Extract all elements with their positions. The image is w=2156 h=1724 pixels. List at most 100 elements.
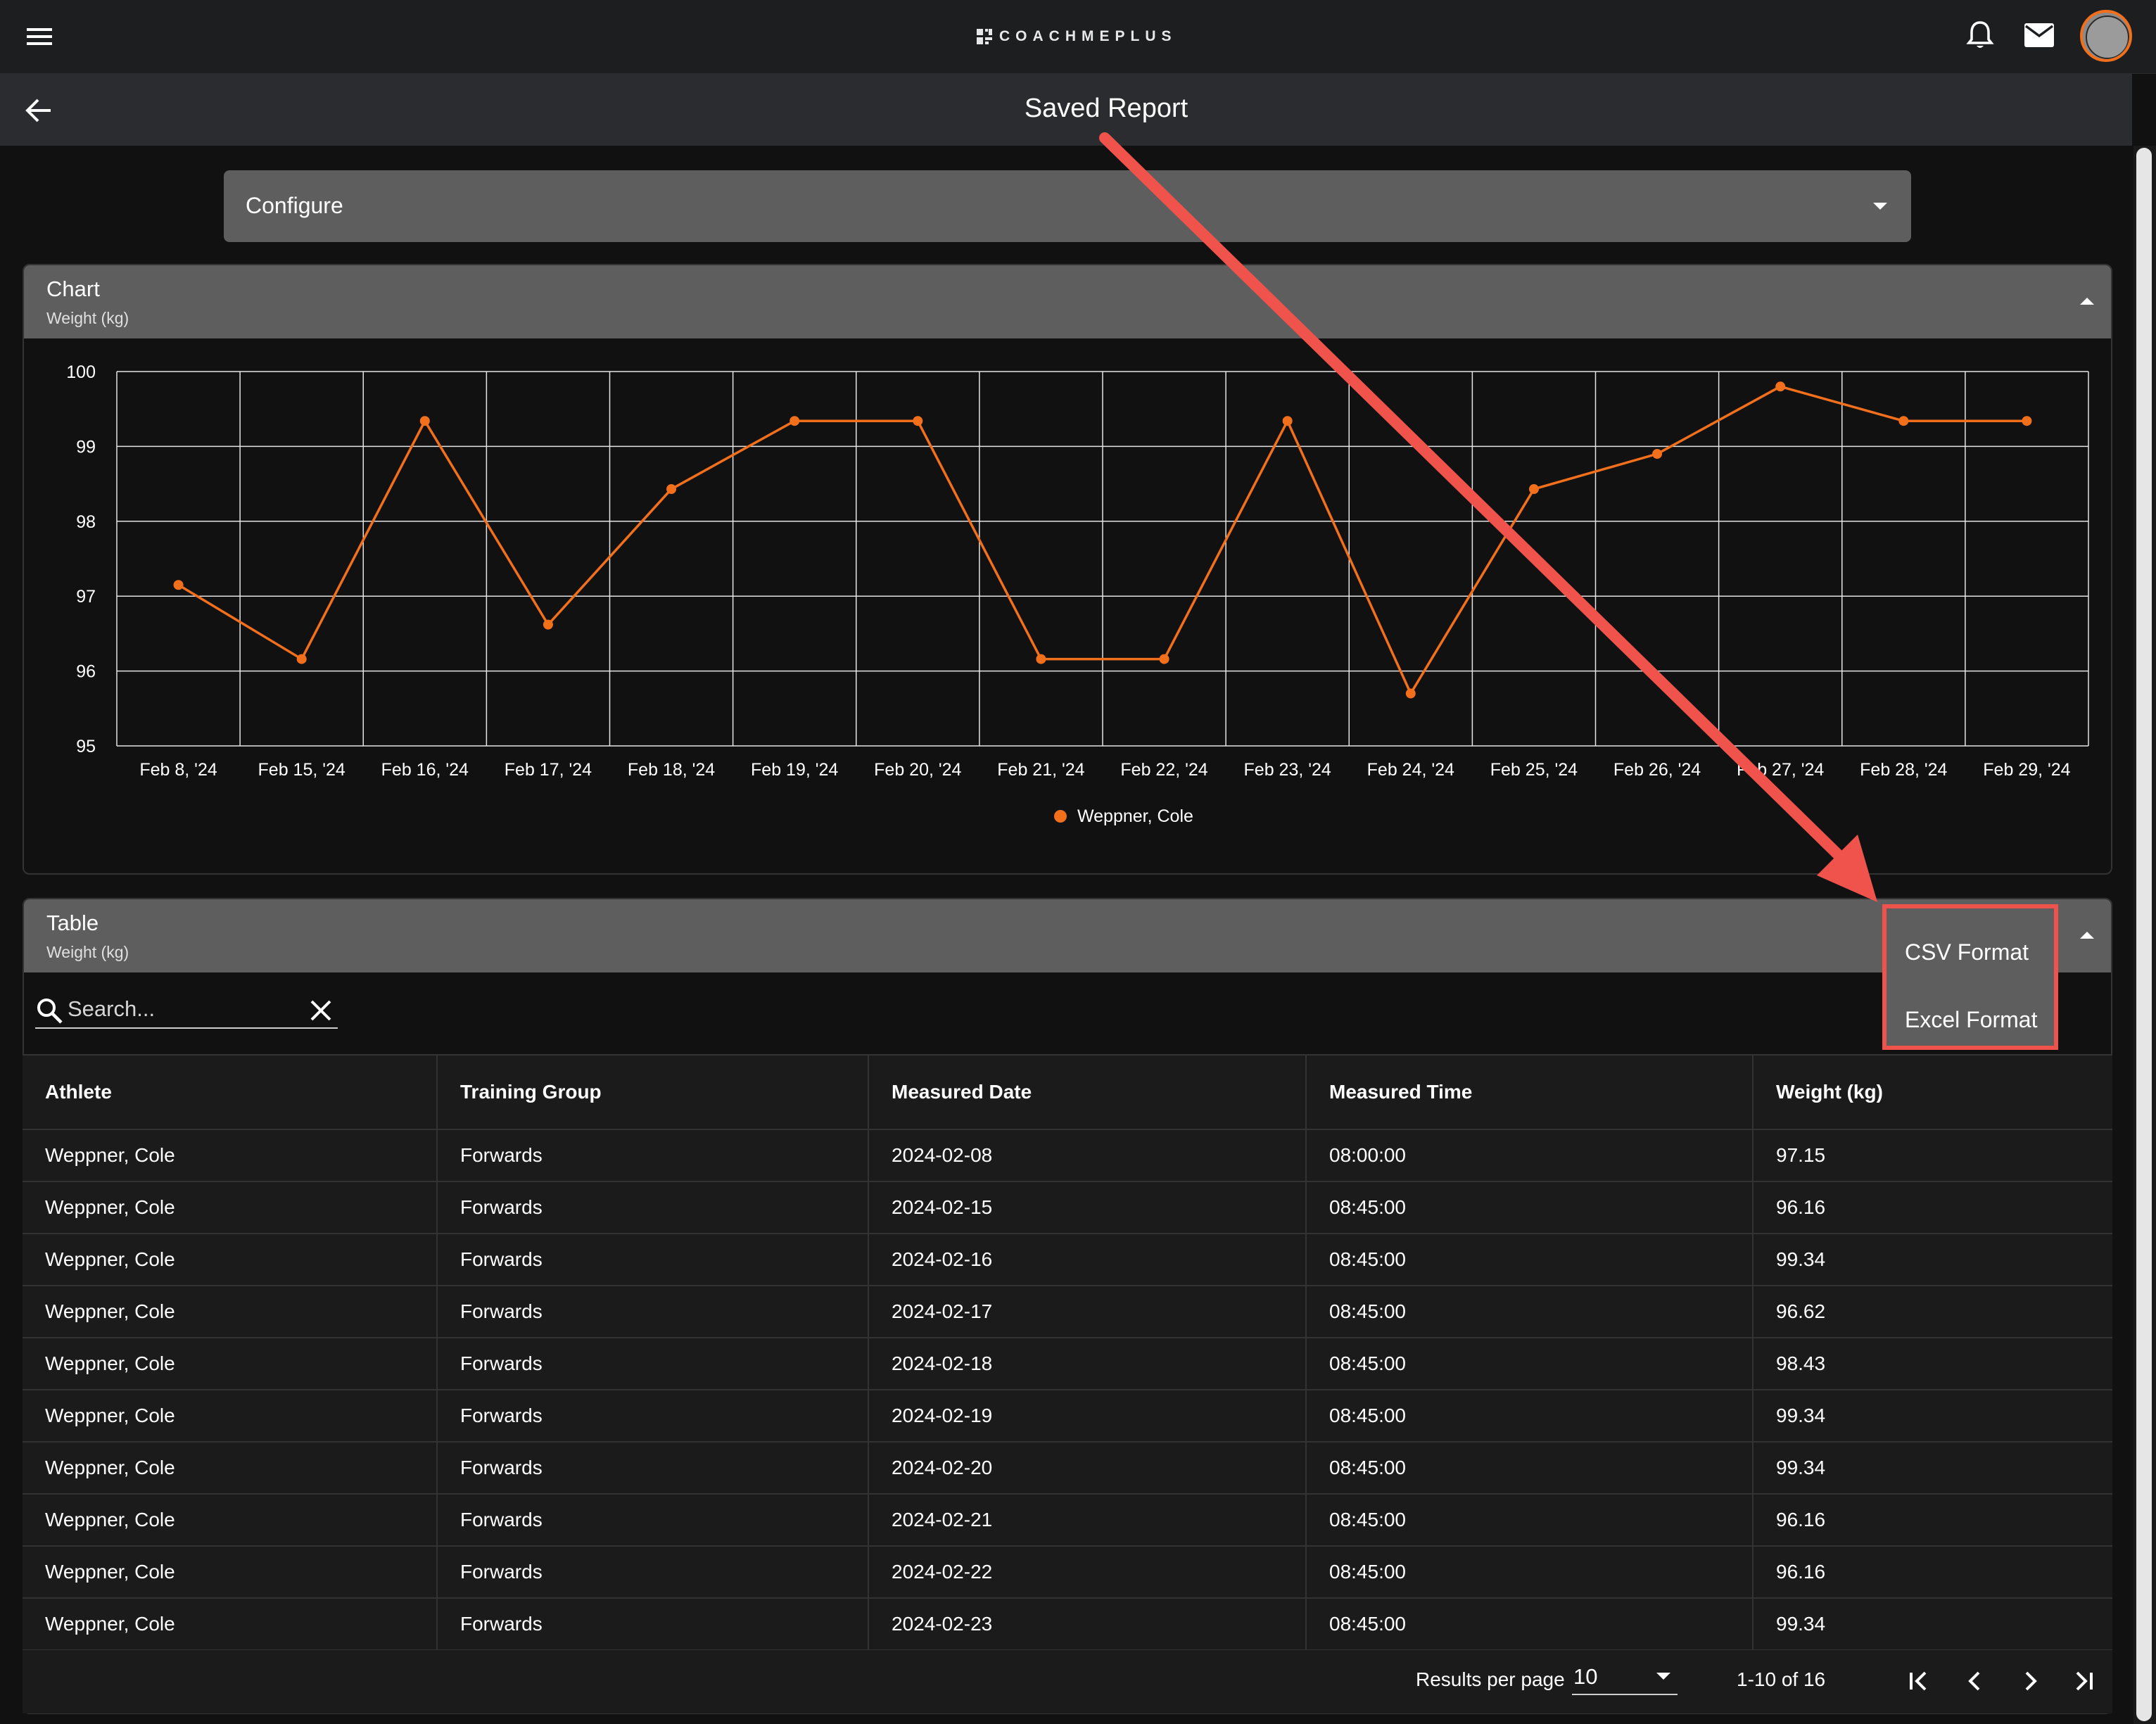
cell-athlete: Weppner, Cole — [23, 1286, 438, 1338]
avatar[interactable] — [2080, 10, 2132, 62]
x-tick-label: Feb 8, '24 — [139, 760, 217, 780]
cell-measured-date: 2024-02-16 — [868, 1234, 1307, 1286]
chart-panel-title: Chart — [46, 277, 100, 301]
table-header-row: Athlete Training Group Measured Date Mea… — [23, 1054, 2112, 1130]
brand-name: COACHMEPLUS — [999, 28, 1177, 44]
column-header-weight[interactable]: Weight (kg) — [1753, 1054, 2112, 1130]
x-tick-label: Feb 16, '24 — [381, 760, 469, 780]
y-tick-label: 97 — [76, 587, 96, 607]
legend-marker — [1054, 810, 1067, 823]
cell-athlete: Weppner, Cole — [23, 1181, 438, 1234]
chart-panel-subtitle: Weight (kg) — [46, 309, 129, 327]
cell-training-group: Forwards — [437, 1494, 869, 1547]
column-header-measured-date[interactable]: Measured Date — [868, 1054, 1307, 1130]
cell-weight: 96.62 — [1753, 1286, 2112, 1338]
cell-measured-time: 08:45:00 — [1306, 1181, 1754, 1234]
last-page-icon[interactable] — [2067, 1664, 2101, 1698]
x-tick-label: Feb 27, '24 — [1737, 760, 1824, 780]
data-point — [1282, 416, 1293, 426]
x-tick-label: Feb 18, '24 — [628, 760, 715, 780]
legend-label: Weppner, Cole — [1077, 806, 1193, 826]
table-pagination: Results per page 10 1-10 of 16 — [23, 1650, 2112, 1713]
data-point — [1898, 416, 1909, 426]
cell-measured-time: 08:45:00 — [1306, 1442, 1754, 1495]
x-tick-label: Feb 29, '24 — [1983, 760, 2070, 780]
mail-icon[interactable] — [2024, 23, 2055, 48]
cell-measured-time: 08:45:00 — [1306, 1234, 1754, 1286]
close-icon[interactable] — [307, 996, 335, 1025]
cell-athlete: Weppner, Cole — [23, 1338, 438, 1390]
cell-measured-time: 08:45:00 — [1306, 1390, 1754, 1443]
cell-measured-date: 2024-02-20 — [868, 1442, 1307, 1495]
cell-weight: 96.16 — [1753, 1494, 2112, 1547]
table-row[interactable]: Weppner, Cole Forwards 2024-02-20 08:45:00 9… — [23, 1442, 2112, 1495]
x-tick-label: Feb 19, '24 — [751, 760, 838, 780]
data-point — [296, 654, 307, 664]
x-tick-label: Feb 22, '24 — [1120, 760, 1207, 780]
brand-logo[interactable]: COACHMEPLUS — [977, 24, 1177, 49]
cell-weight: 96.16 — [1753, 1181, 2112, 1234]
cell-athlete: Weppner, Cole — [23, 1546, 438, 1599]
previous-page-icon[interactable] — [1958, 1664, 1991, 1698]
table-row[interactable]: Weppner, Cole Forwards 2024-02-22 08:45:00 9… — [23, 1546, 2112, 1599]
table-row[interactable]: Weppner, Cole Forwards 2024-02-19 08:45:00 9… — [23, 1390, 2112, 1443]
table-row[interactable]: Weppner, Cole Forwards 2024-02-15 08:45:00 9… — [23, 1181, 2112, 1234]
cell-weight: 99.34 — [1753, 1598, 2112, 1651]
logo-mark-icon — [977, 29, 992, 44]
data-point — [173, 580, 184, 590]
table-row[interactable]: Weppner, Cole Forwards 2024-02-21 08:45:00 9… — [23, 1494, 2112, 1547]
table-search — [35, 991, 338, 1029]
cell-training-group: Forwards — [437, 1390, 869, 1443]
y-tick-label: 100 — [66, 362, 96, 382]
x-tick-label: Feb 23, '24 — [1244, 760, 1331, 780]
bell-icon[interactable] — [1966, 20, 1994, 51]
data-point — [2022, 416, 2032, 426]
configure-dropdown[interactable]: Configure — [224, 170, 1911, 242]
configure-label: Configure — [246, 193, 343, 218]
column-header-training-group[interactable]: Training Group — [437, 1054, 869, 1130]
next-page-icon[interactable] — [2014, 1664, 2048, 1698]
chevron-down-icon — [1656, 1673, 1670, 1680]
table-panel-title: Table — [46, 911, 99, 935]
cell-measured-date: 2024-02-15 — [868, 1181, 1307, 1234]
results-per-page-select[interactable]: 10 — [1572, 1657, 1678, 1695]
cell-measured-time: 08:00:00 — [1306, 1129, 1754, 1182]
data-point — [1528, 484, 1539, 495]
data-point — [1652, 449, 1663, 459]
page-title: Saved Report — [1024, 94, 1188, 123]
cell-training-group: Forwards — [437, 1129, 869, 1182]
table-panel-subtitle: Weight (kg) — [46, 943, 129, 961]
table-row[interactable]: Weppner, Cole Forwards 2024-02-23 08:45:00 9… — [23, 1598, 2112, 1651]
weight-line-chart: 95 96 97 98 99 100 Feb 8, '24 Feb 15, '24 Feb 16… — [66, 362, 2089, 826]
table-panel-header[interactable]: Table Weight (kg) — [24, 899, 2111, 972]
first-page-icon[interactable] — [1901, 1664, 1935, 1698]
cell-measured-date: 2024-02-19 — [868, 1390, 1307, 1443]
table-row[interactable]: Weppner, Cole Forwards 2024-02-16 08:45:00 9… — [23, 1234, 2112, 1286]
csv-format-option[interactable]: CSV Format — [1905, 939, 2029, 965]
data-table: Athlete Training Group Measured Date Mea… — [23, 1054, 2112, 1651]
column-header-athlete[interactable]: Athlete — [23, 1054, 438, 1130]
search-input[interactable] — [68, 995, 321, 1023]
top-app-bar: COACHMEPLUS — [0, 0, 2156, 74]
x-tick-label: Feb 21, '24 — [997, 760, 1084, 780]
table-row[interactable]: Weppner, Cole Forwards 2024-02-08 08:00:00 9… — [23, 1129, 2112, 1182]
y-tick-label: 96 — [76, 662, 96, 682]
cell-training-group: Forwards — [437, 1286, 869, 1338]
cell-measured-date: 2024-02-18 — [868, 1338, 1307, 1390]
collapse-table-icon[interactable] — [2080, 932, 2094, 939]
chart-panel-header[interactable]: Chart Weight (kg) — [24, 265, 2111, 338]
cell-athlete: Weppner, Cole — [23, 1129, 438, 1182]
menu-icon[interactable] — [25, 23, 53, 51]
cell-training-group: Forwards — [437, 1546, 869, 1599]
cell-athlete: Weppner, Cole — [23, 1494, 438, 1547]
table-row[interactable]: Weppner, Cole Forwards 2024-02-17 08:45:00 9… — [23, 1286, 2112, 1338]
column-header-measured-time[interactable]: Measured Time — [1306, 1054, 1754, 1130]
cell-training-group: Forwards — [437, 1234, 869, 1286]
collapse-chart-icon[interactable] — [2080, 298, 2094, 305]
cell-weight: 99.34 — [1753, 1234, 2112, 1286]
excel-format-option[interactable]: Excel Format — [1905, 1007, 2037, 1033]
table-row[interactable]: Weppner, Cole Forwards 2024-02-18 08:45:00 9… — [23, 1338, 2112, 1390]
results-per-page-value: 10 — [1573, 1664, 1598, 1689]
scrollbar-thumb[interactable] — [2136, 148, 2152, 1721]
cell-measured-time: 08:45:00 — [1306, 1546, 1754, 1599]
